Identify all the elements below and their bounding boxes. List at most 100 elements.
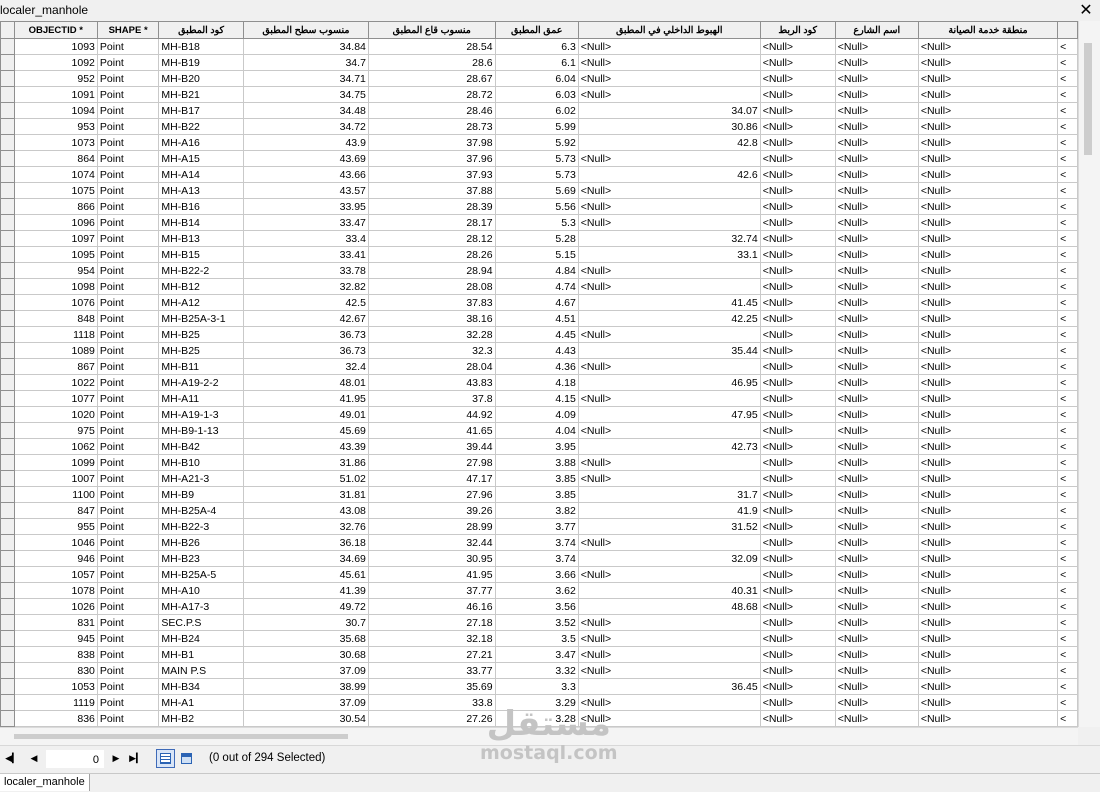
table-cell[interactable]: <Null> <box>834 102 919 119</box>
table-cell[interactable]: 1076 <box>13 294 98 311</box>
table-cell[interactable]: < <box>1057 278 1078 295</box>
table-cell[interactable]: <Null> <box>917 86 1059 103</box>
table-cell[interactable]: Point <box>96 278 160 295</box>
table-cell[interactable]: 42.67 <box>242 310 369 327</box>
column-header[interactable]: OBJECTID * <box>13 21 98 39</box>
table-cell[interactable]: 32.82 <box>242 278 369 295</box>
table-cell[interactable]: 4.36 <box>494 358 579 375</box>
row-selector[interactable] <box>0 678 15 695</box>
table-cell[interactable]: Point <box>96 118 160 135</box>
table-cell[interactable]: 34.72 <box>242 118 369 135</box>
table-cell[interactable]: 5.15 <box>494 246 579 263</box>
row-selector[interactable] <box>0 534 15 551</box>
table-cell[interactable]: 39.44 <box>367 438 496 455</box>
table-row[interactable]: 1073 Point MH-A16 43.9 37.98 5.92 42.8 <Null> <N… <box>0 134 1078 151</box>
table-cell[interactable]: < <box>1057 422 1078 439</box>
table-cell[interactable]: 4.15 <box>494 390 579 407</box>
table-cell[interactable]: 4.04 <box>494 422 579 439</box>
table-row[interactable]: 1020 Point MH-A19-1-3 49.01 44.92 4.09 47.95 <N… <box>0 406 1078 423</box>
table-cell[interactable]: Point <box>96 438 160 455</box>
row-selector[interactable] <box>0 598 15 615</box>
table-cell[interactable]: < <box>1057 102 1078 119</box>
table-cell[interactable]: MH-B1 <box>158 646 244 663</box>
table-cell[interactable]: <Null> <box>759 182 836 199</box>
table-cell[interactable]: Point <box>96 534 160 551</box>
table-cell[interactable]: Point <box>96 422 160 439</box>
table-cell[interactable]: <Null> <box>577 86 761 103</box>
table-cell[interactable]: <Null> <box>834 214 919 231</box>
table-row[interactable]: 1100 Point MH-B9 31.81 27.96 3.85 31.7 <Null> <N… <box>0 486 1078 503</box>
table-cell[interactable]: 32.74 <box>577 230 761 247</box>
table-cell[interactable]: 831 <box>13 614 98 631</box>
table-cell[interactable]: 1075 <box>13 182 98 199</box>
table-cell[interactable]: Point <box>96 150 160 167</box>
row-selector[interactable] <box>0 566 15 583</box>
table-cell[interactable]: <Null> <box>577 150 761 167</box>
table-cell[interactable]: < <box>1057 342 1078 359</box>
table-cell[interactable]: < <box>1057 86 1078 103</box>
table-cell[interactable]: MH-B25A-3-1 <box>158 310 244 327</box>
table-row[interactable]: 831 Point SEC.P.S 30.7 27.18 3.52 <Null> <Null>… <box>0 614 1078 631</box>
table-cell[interactable]: 41.65 <box>367 422 496 439</box>
table-cell[interactable]: < <box>1057 230 1078 247</box>
table-cell[interactable]: <Null> <box>917 246 1059 263</box>
table-cell[interactable]: <Null> <box>834 598 919 615</box>
row-selector[interactable] <box>0 118 15 135</box>
tab-localer-manhole[interactable]: localer_manhole <box>0 774 90 791</box>
table-cell[interactable]: MH-B25 <box>158 342 244 359</box>
table-cell[interactable]: 867 <box>13 358 98 375</box>
table-cell[interactable]: MH-B25A-4 <box>158 502 244 519</box>
table-cell[interactable]: <Null> <box>577 326 761 343</box>
table-cell[interactable]: 28.54 <box>367 38 496 55</box>
table-cell[interactable]: <Null> <box>917 358 1059 375</box>
table-cell[interactable]: Point <box>96 70 160 87</box>
row-selector[interactable] <box>0 454 15 471</box>
table-cell[interactable]: <Null> <box>759 150 836 167</box>
table-cell[interactable]: 47.95 <box>577 406 761 423</box>
table-cell[interactable]: 37.8 <box>367 390 496 407</box>
row-selector[interactable] <box>0 198 15 215</box>
table-cell[interactable]: 38.99 <box>242 678 369 695</box>
table-cell[interactable]: MH-A12 <box>158 294 244 311</box>
table-cell[interactable]: 28.12 <box>367 230 496 247</box>
table-cell[interactable]: <Null> <box>759 246 836 263</box>
table-cell[interactable]: 34.69 <box>242 550 369 567</box>
table-cell[interactable]: 955 <box>13 518 98 535</box>
table-row[interactable]: 1053 Point MH-B34 38.99 35.69 3.3 36.45 <Null> <… <box>0 678 1078 695</box>
table-cell[interactable]: <Null> <box>834 294 919 311</box>
table-cell[interactable]: <Null> <box>917 150 1059 167</box>
table-cell[interactable]: MH-B9 <box>158 486 244 503</box>
column-header[interactable]: كود الربط <box>759 21 836 39</box>
table-cell[interactable]: 39.26 <box>367 502 496 519</box>
table-cell[interactable]: <Null> <box>834 262 919 279</box>
table-cell[interactable]: <Null> <box>577 214 761 231</box>
table-cell[interactable]: Point <box>96 102 160 119</box>
table-cell[interactable]: <Null> <box>834 470 919 487</box>
column-header[interactable] <box>1057 21 1078 39</box>
table-cell[interactable]: MH-B2 <box>158 710 244 727</box>
table-cell[interactable]: Point <box>96 662 160 679</box>
horizontal-scroll-thumb[interactable] <box>14 734 348 739</box>
table-row[interactable]: 954 Point MH-B22-2 33.78 28.94 4.84 <Null> <Nul… <box>0 262 1078 279</box>
table-cell[interactable]: 36.45 <box>577 678 761 695</box>
table-row[interactable]: 952 Point MH-B20 34.71 28.67 6.04 <Null> <Null>… <box>0 70 1078 87</box>
table-cell[interactable]: < <box>1057 262 1078 279</box>
table-cell[interactable]: MH-B19 <box>158 54 244 71</box>
table-cell[interactable]: <Null> <box>759 374 836 391</box>
table-cell[interactable]: <Null> <box>917 118 1059 135</box>
row-selector[interactable] <box>0 358 15 375</box>
table-cell[interactable]: <Null> <box>759 310 836 327</box>
row-selector[interactable] <box>0 646 15 663</box>
table-cell[interactable]: < <box>1057 390 1078 407</box>
table-cell[interactable]: 975 <box>13 422 98 439</box>
table-cell[interactable]: 952 <box>13 70 98 87</box>
table-cell[interactable]: MH-B22 <box>158 118 244 135</box>
table-cell[interactable]: 32.3 <box>367 342 496 359</box>
table-cell[interactable]: Point <box>96 310 160 327</box>
table-cell[interactable]: <Null> <box>834 278 919 295</box>
table-cell[interactable]: <Null> <box>834 166 919 183</box>
table-cell[interactable]: Point <box>96 246 160 263</box>
table-cell[interactable]: <Null> <box>759 614 836 631</box>
table-cell[interactable]: 3.66 <box>494 566 579 583</box>
table-cell[interactable]: MH-B15 <box>158 246 244 263</box>
